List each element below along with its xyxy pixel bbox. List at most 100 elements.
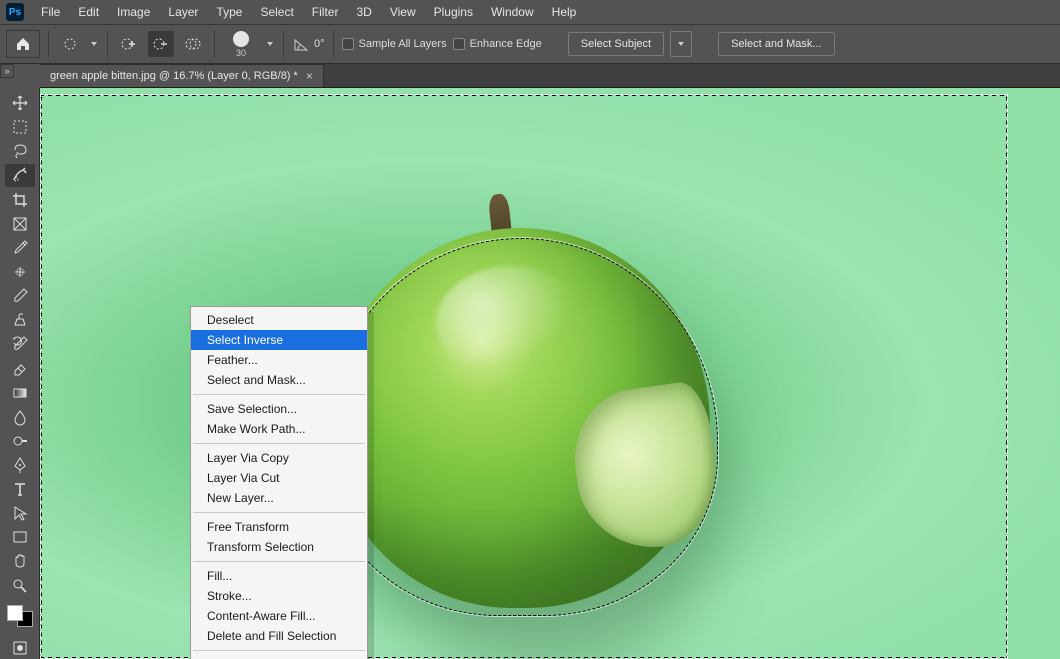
foreground-color[interactable] [7,605,23,621]
brush-circle-icon [233,31,249,47]
separator [193,561,365,562]
ctx-feather[interactable]: Feather... [191,350,367,370]
eyedropper-tool[interactable] [5,237,35,259]
context-menu: DeselectSelect InverseFeather...Select a… [190,306,368,659]
separator [214,31,215,57]
blur-tool[interactable] [5,406,35,428]
ctx-layer-via-copy[interactable]: Layer Via Copy [191,448,367,468]
marquee-tool[interactable] [5,116,35,138]
history-brush-tool[interactable] [5,333,35,355]
ctx-last-filter: Last Filter [191,655,367,659]
ctx-fill[interactable]: Fill... [191,566,367,586]
select-subject-dropdown[interactable] [670,31,692,57]
angle-icon [292,35,310,53]
apple-bite [566,379,727,557]
menu-help[interactable]: Help [543,1,586,23]
menu-select[interactable]: Select [251,1,302,23]
eraser-tool[interactable] [5,357,35,379]
healing-brush-tool[interactable] [5,261,35,283]
edit-quick-mask[interactable] [5,637,35,659]
path-selection-tool[interactable] [5,502,35,524]
tools-panel [0,88,40,659]
brush-preview[interactable]: 30 [223,31,259,58]
close-icon[interactable]: × [306,69,313,83]
menu-type[interactable]: Type [207,1,251,23]
apple-body [330,228,710,608]
menu-image[interactable]: Image [108,1,159,23]
color-swatches[interactable] [7,605,33,627]
menu-filter[interactable]: Filter [303,1,348,23]
sample-all-layers-checkbox[interactable]: Sample All Layers [342,38,447,50]
menu-bar: Ps FileEditImageLayerTypeSelectFilter3DV… [0,0,1060,24]
add-selection-icon[interactable] [116,31,142,57]
ctx-content-aware-fill[interactable]: Content-Aware Fill... [191,606,367,626]
checkbox-label: Sample All Layers [359,38,447,50]
lasso-tool[interactable] [5,140,35,162]
marching-ants-outer [40,94,1008,659]
artboard[interactable]: DeselectSelect InverseFeather...Select a… [40,88,1060,659]
enhance-edge-checkbox[interactable]: Enhance Edge [453,38,542,50]
select-subject-button[interactable]: Select Subject [568,32,664,56]
document-title: green apple bitten.jpg @ 16.7% (Layer 0,… [50,70,298,82]
ctx-select-and-mask[interactable]: Select and Mask... [191,370,367,390]
apple-stem [487,193,511,239]
select-and-mask-button[interactable]: Select and Mask... [718,32,835,56]
separator [48,31,49,57]
ctx-layer-via-cut[interactable]: Layer Via Cut [191,468,367,488]
gradient-tool[interactable] [5,382,35,404]
checkbox-icon [342,38,354,50]
ctx-select-inverse[interactable]: Select Inverse [191,330,367,350]
clone-stamp-tool[interactable] [5,309,35,331]
image-apple [330,228,710,608]
quick-selection-tool[interactable] [5,164,35,186]
options-bar: 30 0° Sample All Layers Enhance Edge Sel… [0,24,1060,64]
separator [283,31,284,57]
marching-ants-apple [324,238,718,616]
menu-view[interactable]: View [381,1,425,23]
ctx-free-transform[interactable]: Free Transform [191,517,367,537]
move-tool[interactable] [5,92,35,114]
document-tab-bar: green apple bitten.jpg @ 16.7% (Layer 0,… [40,64,1060,88]
separator [193,650,365,651]
dodge-tool[interactable] [5,430,35,452]
intersect-selection-icon[interactable] [180,31,206,57]
type-tool[interactable] [5,478,35,500]
canvas-area[interactable]: DeselectSelect InverseFeather...Select a… [40,88,1060,659]
brush-tool[interactable] [5,285,35,307]
document-tab[interactable]: green apple bitten.jpg @ 16.7% (Layer 0,… [40,64,324,87]
separator [107,31,108,57]
panel-flyout-toggle[interactable]: » [0,64,14,78]
pen-tool[interactable] [5,454,35,476]
menu-file[interactable]: File [32,1,69,23]
hand-tool[interactable] [5,550,35,572]
ctx-delete-and-fill-selection[interactable]: Delete and Fill Selection [191,626,367,646]
subtract-selection-icon[interactable] [148,31,174,57]
ctx-stroke[interactable]: Stroke... [191,586,367,606]
ctx-new-layer[interactable]: New Layer... [191,488,367,508]
checkbox-label: Enhance Edge [470,38,542,50]
menu-3d[interactable]: 3D [347,1,380,23]
separator [193,394,365,395]
separator [193,512,365,513]
crop-tool[interactable] [5,189,35,211]
new-selection-icon[interactable] [57,31,83,57]
angle-value: 0° [314,38,325,50]
home-button[interactable] [6,30,40,58]
rectangle-tool[interactable] [5,526,35,548]
frame-tool[interactable] [5,213,35,235]
menu-window[interactable]: Window [482,1,543,23]
separator [193,443,365,444]
ctx-transform-selection[interactable]: Transform Selection [191,537,367,557]
menu-plugins[interactable]: Plugins [425,1,482,23]
app-logo: Ps [6,3,24,21]
menu-layer[interactable]: Layer [159,1,207,23]
zoom-tool[interactable] [5,575,35,597]
ctx-save-selection[interactable]: Save Selection... [191,399,367,419]
separator [333,31,334,57]
brush-angle[interactable]: 0° [292,35,325,53]
menu-edit[interactable]: Edit [69,1,108,23]
dropdown-caret-icon[interactable] [89,39,99,49]
ctx-make-work-path[interactable]: Make Work Path... [191,419,367,439]
dropdown-caret-icon[interactable] [265,39,275,49]
ctx-deselect[interactable]: Deselect [191,310,367,330]
